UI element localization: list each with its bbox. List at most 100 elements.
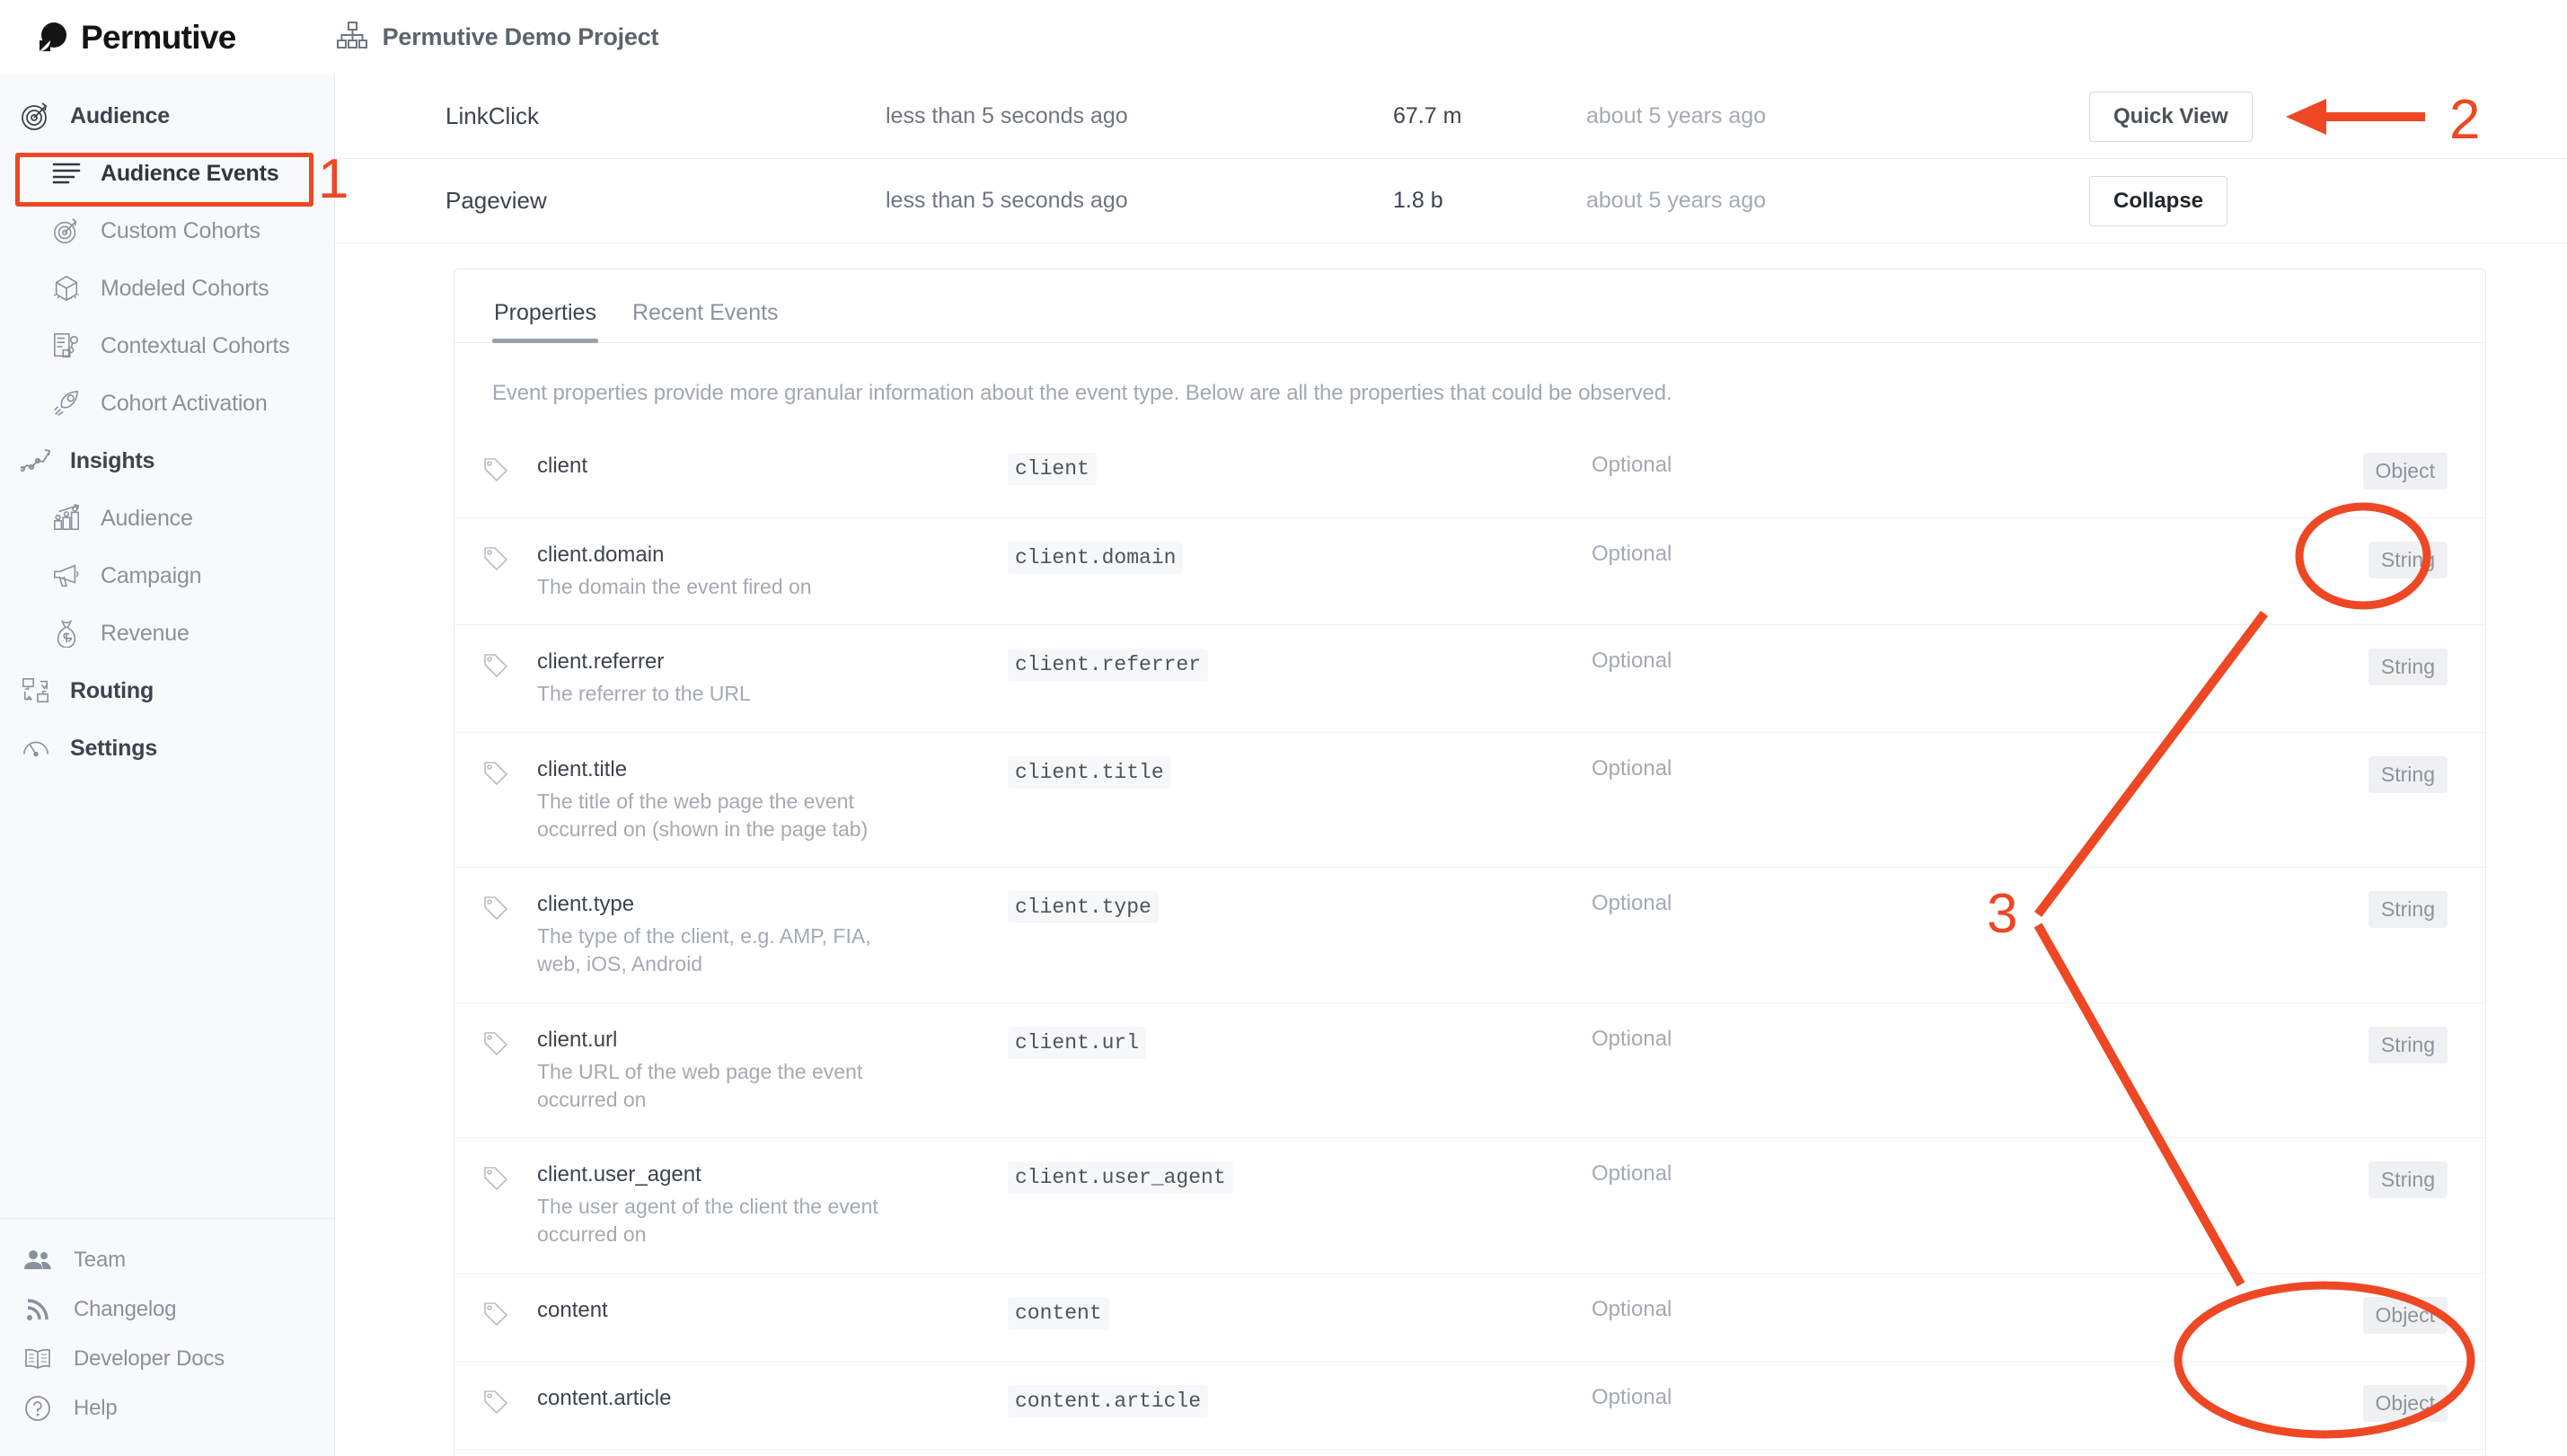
sidebar-item-contextual-cohorts-label: Contextual Cohorts (101, 332, 290, 358)
property-requirement: Optional (1592, 891, 1672, 916)
tag-icon (454, 542, 537, 572)
sidebar-item-cohort-activation[interactable]: Cohort Activation (0, 375, 334, 432)
property-row[interactable]: client client Optional Object (454, 429, 2485, 517)
property-name: client.type (537, 892, 635, 917)
properties-list: client client Optional Object client.dom… (454, 429, 2485, 1456)
cube-icon (50, 272, 83, 304)
sidebar-header-insights-label: Insights (70, 447, 155, 473)
tag-icon (454, 1385, 537, 1416)
property-type-badge: String (2368, 1161, 2448, 1199)
property-type-badge: Object (2362, 1384, 2448, 1422)
collapse-button[interactable]: Collapse (2089, 175, 2228, 226)
property-description: The referrer to the URL (537, 682, 751, 706)
event-last-seen: less than 5 seconds ago (886, 188, 1128, 213)
property-requirement: Optional (1592, 649, 1672, 674)
permutive-logo-icon (34, 21, 68, 55)
question-circle-icon (22, 1392, 54, 1425)
tab-recent-events[interactable]: Recent Events (631, 300, 781, 342)
property-row[interactable]: content.article content.article Optional… (454, 1360, 2485, 1449)
property-key: content (1008, 1296, 1109, 1329)
sidebar-group-other: Routing Settings (0, 662, 334, 777)
project-name: Permutive Demo Project (382, 23, 659, 50)
property-key: client.url (1008, 1026, 1147, 1059)
property-description: The user agent of the client the event o… (537, 1195, 878, 1247)
property-name: client.referrer (537, 649, 665, 675)
property-type-badge: String (2368, 542, 2448, 578)
sidebar-item-campaign-label: Campaign (101, 562, 202, 588)
property-row[interactable]: client.referrer The referrer to the URL … (454, 624, 2485, 731)
property-requirement: Optional (1592, 453, 1672, 477)
event-first-seen: about 5 years ago (1586, 188, 1767, 213)
book-icon (22, 1343, 54, 1375)
property-row[interactable]: client.type The type of the client, e.g.… (454, 867, 2485, 1002)
tag-icon (454, 1027, 537, 1057)
sidebar-item-insights-audience-label: Audience (101, 505, 193, 531)
event-last-seen: less than 5 seconds ago (886, 103, 1128, 128)
event-row-linkclick[interactable]: LinkClick less than 5 seconds ago 67.7 m… (335, 75, 2567, 159)
property-row[interactable]: client.title The title of the web page t… (454, 731, 2485, 868)
sidebar-item-cohort-activation-label: Cohort Activation (101, 390, 268, 416)
property-key: client.domain (1008, 542, 1184, 574)
project-selector[interactable]: Permutive Demo Project (336, 22, 659, 53)
property-requirement: Optional (1592, 542, 1672, 566)
sidebar-item-settings-label: Settings (70, 735, 158, 761)
event-row-pageview[interactable]: Pageview less than 5 seconds ago 1.8 b a… (335, 159, 2567, 243)
sidebar-item-modeled-cohorts[interactable]: Modeled Cohorts (0, 260, 334, 317)
property-requirement: Optional (1592, 755, 1672, 781)
sidebar-item-team-label: Team (74, 1247, 126, 1272)
tag-icon (454, 649, 537, 679)
property-name: content (537, 1297, 608, 1322)
rocket-icon (50, 387, 83, 419)
sidebar-item-settings[interactable]: Settings (0, 719, 334, 777)
sidebar-item-audience-events-label: Audience Events (101, 160, 279, 186)
property-description: The type of the client, e.g. AMP, FIA, w… (537, 924, 871, 976)
sidebar-item-team[interactable]: Team (0, 1235, 334, 1284)
property-requirement: Optional (1592, 1161, 1672, 1187)
sidebar-header-audience[interactable]: Audience (0, 87, 334, 145)
event-detail-panel: Properties Recent Events Event propertie… (454, 269, 2486, 1456)
sidebar-item-changelog[interactable]: Changelog (0, 1284, 334, 1334)
property-key: client.referrer (1008, 649, 1209, 682)
sidebar: Audience Audience Events Custom Cohorts (0, 75, 335, 1456)
brand[interactable]: Permutive (34, 19, 236, 57)
sidebar-item-developer-docs[interactable]: Developer Docs (0, 1334, 334, 1383)
sidebar-item-custom-cohorts[interactable]: Custom Cohorts (0, 202, 334, 260)
property-type-badge: Object (2362, 453, 2448, 490)
event-name: LinkClick (445, 102, 540, 129)
tab-properties[interactable]: Properties (492, 300, 598, 343)
property-key: client.type (1008, 891, 1159, 924)
event-count: 1.8 b (1393, 188, 1443, 213)
property-row[interactable]: content content Optional Object (454, 1272, 2485, 1361)
property-row[interactable]: content.article.authors content.article.… (454, 1448, 2485, 1456)
brand-name: Permutive (81, 18, 236, 56)
property-key: client (1008, 453, 1097, 485)
sidebar-item-developer-docs-label: Developer Docs (74, 1346, 225, 1371)
property-row[interactable]: client.user_agent The user agent of the … (454, 1137, 2485, 1273)
sidebar-item-routing[interactable]: Routing (0, 662, 334, 719)
property-name: client.url (537, 1027, 618, 1052)
sidebar-item-revenue[interactable]: Revenue (0, 604, 334, 662)
property-description: The title of the web page the event occu… (537, 789, 869, 841)
sidebar-item-contextual-cohorts[interactable]: Contextual Cohorts (0, 317, 334, 375)
property-type-badge: String (2368, 649, 2448, 686)
sidebar-item-audience-events[interactable]: Audience Events (0, 145, 334, 202)
quick-view-button[interactable]: Quick View (2089, 91, 2253, 142)
property-name: client.title (537, 756, 628, 781)
sidebar-header-insights[interactable]: Insights (0, 432, 334, 490)
target-icon (50, 215, 83, 247)
sidebar-item-modeled-cohorts-label: Modeled Cohorts (101, 275, 269, 301)
event-first-seen: about 5 years ago (1586, 103, 1767, 128)
property-row[interactable]: client.domain The domain the event fired… (454, 517, 2485, 624)
sidebar-item-help[interactable]: Help (0, 1383, 334, 1433)
property-row[interactable]: client.url The URL of the web page the e… (454, 1002, 2485, 1138)
property-name: client.user_agent (537, 1162, 701, 1187)
gauge-icon (20, 732, 52, 764)
org-chart-icon (336, 22, 367, 53)
sidebar-item-help-label: Help (74, 1395, 118, 1420)
tag-icon (454, 1161, 537, 1192)
tag-icon (454, 756, 537, 787)
sidebar-item-insights-audience[interactable]: Audience (0, 490, 334, 547)
sidebar-item-changelog-label: Changelog (74, 1296, 177, 1321)
sidebar-item-campaign[interactable]: Campaign (0, 547, 334, 604)
sidebar-group-audience: Audience Audience Events Custom Cohorts (0, 75, 334, 432)
